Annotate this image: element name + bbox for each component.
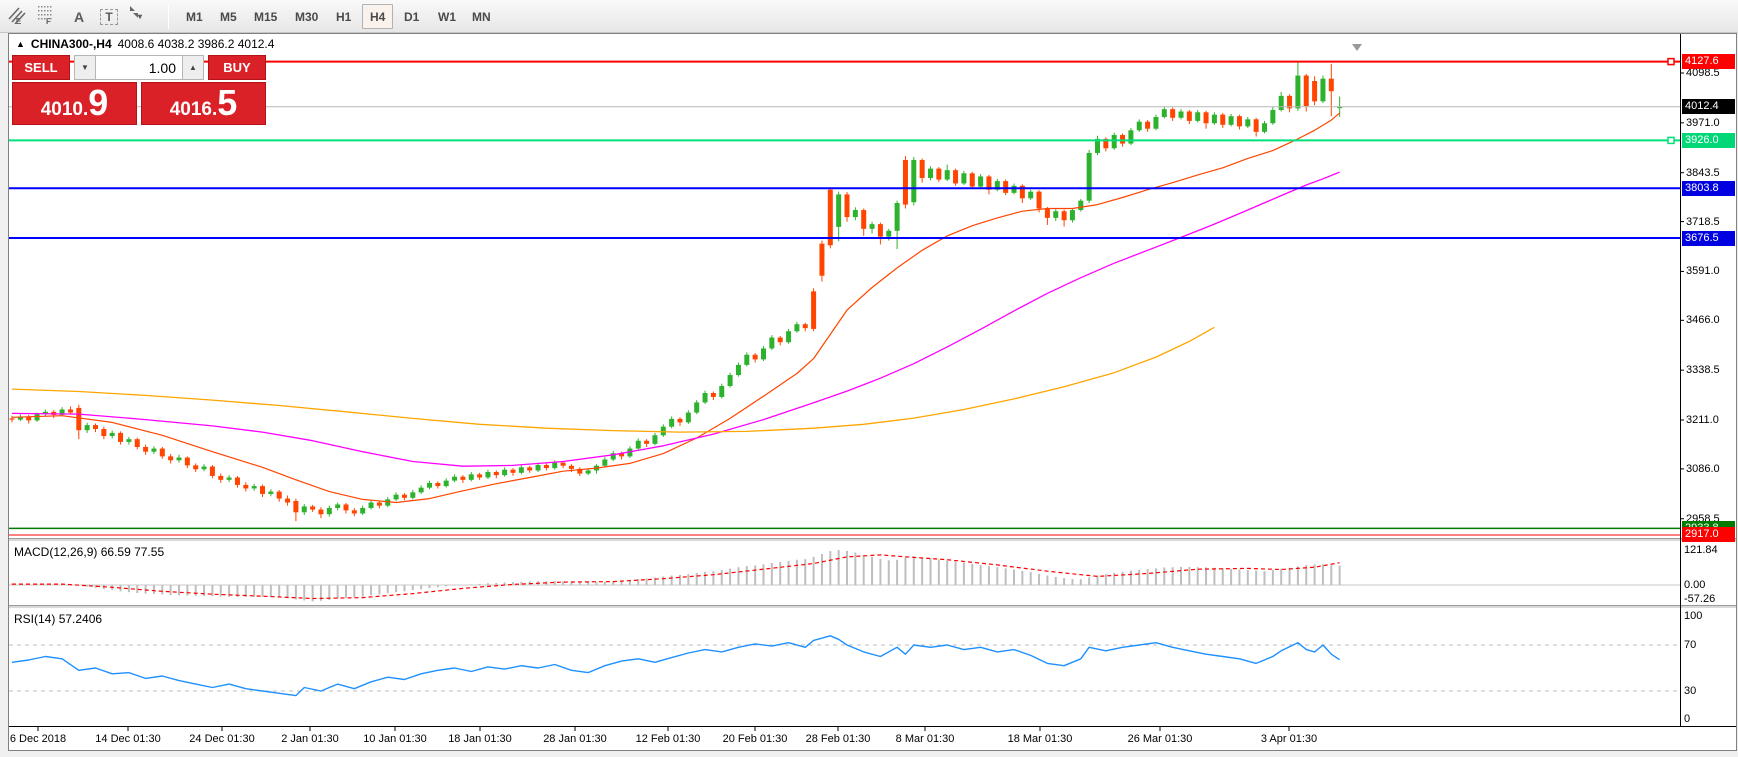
macd-values: 66.59 77.55 bbox=[100, 545, 165, 559]
ask-price-display[interactable]: 4016. 5 bbox=[141, 82, 266, 125]
time-label: 18 Mar 01:30 bbox=[1007, 733, 1073, 745]
time-label: 20 Feb 01:30 bbox=[722, 733, 788, 745]
rsi-axis-0: 0 bbox=[1684, 713, 1691, 725]
volume-decrease-button[interactable]: ▼ bbox=[74, 55, 96, 80]
macd-label: MACD(12,26,9) 66.59 77.55 bbox=[14, 545, 164, 559]
buy-button[interactable]: BUY bbox=[208, 55, 266, 80]
rsi-axis-100: 100 bbox=[1684, 610, 1703, 622]
rsi-name: RSI(14) bbox=[14, 612, 56, 626]
slow-ma-line bbox=[11, 326, 1215, 433]
price-tick-3971.0: 3971.0 bbox=[1686, 116, 1720, 129]
macd-axis-121.84: 121.84 bbox=[1684, 544, 1718, 556]
rsi-plot bbox=[9, 635, 1680, 697]
macd-axis--57.26: -57.26 bbox=[1684, 593, 1716, 605]
volume-increase-button[interactable]: ▲ bbox=[182, 55, 204, 80]
time-label: 12 Feb 01:30 bbox=[635, 733, 701, 745]
fast-ma-line bbox=[11, 112, 1340, 504]
macd-axis-0.00: 0.00 bbox=[1684, 579, 1706, 591]
time-label: 18 Jan 01:30 bbox=[448, 733, 512, 745]
time-label: 14 Dec 01:30 bbox=[95, 733, 161, 745]
price-tick-3338.5: 3338.5 bbox=[1686, 364, 1720, 377]
price-tick-3086.0: 3086.0 bbox=[1686, 462, 1720, 475]
ask-main-digits: 4016 bbox=[169, 99, 212, 120]
time-label: 24 Dec 01:30 bbox=[189, 733, 255, 745]
macd-signal-line bbox=[12, 554, 1340, 600]
bid-big-digit: 9 bbox=[88, 82, 109, 123]
time-label: 3 Apr 01:30 bbox=[1260, 733, 1318, 745]
time-label: 26 Mar 01:30 bbox=[1127, 733, 1193, 745]
time-label: 28 Jan 01:30 bbox=[543, 733, 607, 745]
rsi-value: 57.2406 bbox=[58, 612, 103, 626]
ask-big-digit: 5 bbox=[217, 82, 238, 123]
macd-name: MACD(12,26,9) bbox=[14, 545, 98, 559]
volume-input[interactable] bbox=[96, 55, 182, 80]
time-label: 2 Jan 01:30 bbox=[281, 733, 339, 745]
time-label: 8 Mar 01:30 bbox=[895, 733, 955, 745]
price-tick-3466.0: 3466.0 bbox=[1686, 314, 1720, 327]
bid-main-digits: 4010 bbox=[40, 99, 83, 120]
price-tick-3591.0: 3591.0 bbox=[1686, 265, 1720, 278]
price-tick-3718.5: 3718.5 bbox=[1686, 215, 1720, 228]
price-badge-4127.6: 4127.6 bbox=[1682, 54, 1735, 70]
price-tick-3211.0: 3211.0 bbox=[1686, 414, 1719, 426]
price-badge-3676.5: 3676.5 bbox=[1682, 230, 1735, 246]
chart-shift-marker-icon bbox=[1352, 44, 1362, 51]
time-label: 28 Feb 01:30 bbox=[805, 733, 871, 745]
mid-ma-line bbox=[11, 171, 1340, 467]
time-label: 10 Jan 01:30 bbox=[363, 733, 427, 745]
price-tick-3843.5: 3843.5 bbox=[1686, 166, 1720, 179]
macd-plot bbox=[9, 550, 1680, 602]
sell-button[interactable]: SELL bbox=[12, 55, 70, 80]
one-click-trade-panel: SELL ▼ ▲ BUY 4010.9 4016.5 bbox=[12, 55, 266, 125]
price-badge-3803.8: 3803.8 bbox=[1682, 180, 1735, 196]
price-badge-2917.0: 2917.0 bbox=[1682, 527, 1735, 543]
bid-price-display[interactable]: 4010. 9 bbox=[12, 82, 137, 125]
main-chart-plot bbox=[9, 57, 1680, 536]
rsi-axis-30: 30 bbox=[1684, 685, 1697, 697]
time-label: 6 Dec 2018 bbox=[9, 733, 67, 745]
rsi-label: RSI(14) 57.2406 bbox=[14, 612, 102, 626]
price-badge-4012.4: 4012.4 bbox=[1682, 99, 1735, 115]
price-badge-3926.0: 3926.0 bbox=[1682, 132, 1735, 148]
rsi-axis-70: 70 bbox=[1684, 639, 1697, 651]
